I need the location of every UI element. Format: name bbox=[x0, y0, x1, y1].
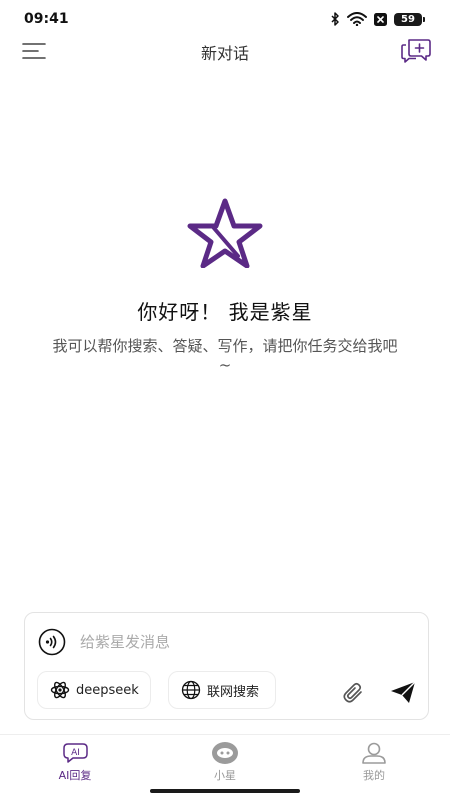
web-search-button[interactable]: 联网搜索 bbox=[168, 671, 276, 709]
status-icons: 59 bbox=[331, 11, 425, 27]
web-search-label: 联网搜索 bbox=[207, 684, 260, 700]
bluetooth-icon bbox=[331, 12, 339, 26]
welcome-description: 我可以帮你搜索、答疑、写作，请把你任务交给我吧~ bbox=[52, 337, 398, 374]
star-logo-icon bbox=[187, 198, 263, 268]
welcome-title: 你好呀！ 我是紫星 bbox=[137, 300, 313, 324]
battery-icon: 59 bbox=[394, 12, 425, 26]
status-time: 09:41 bbox=[24, 11, 69, 27]
message-composer: deepseek 联网搜索 bbox=[24, 612, 429, 720]
wifi-icon bbox=[347, 12, 367, 26]
tab-xiaoxing[interactable]: 小星 bbox=[180, 741, 270, 785]
deepseek-icon bbox=[50, 681, 70, 699]
notification-x-icon bbox=[374, 12, 387, 26]
tab-profile-label: 我的 bbox=[363, 769, 385, 782]
voice-input-icon[interactable] bbox=[38, 628, 66, 656]
tab-profile[interactable]: 我的 bbox=[329, 741, 419, 785]
deepseek-label: deepseek bbox=[76, 682, 139, 698]
home-indicator bbox=[150, 789, 300, 793]
battery-level: 59 bbox=[401, 13, 415, 25]
xiaoxing-icon bbox=[212, 742, 238, 764]
svg-text:AI: AI bbox=[71, 748, 80, 758]
profile-icon bbox=[362, 742, 386, 764]
deepseek-button[interactable]: deepseek bbox=[37, 671, 151, 709]
tab-xiaoxing-label: 小星 bbox=[214, 769, 236, 782]
new-chat-icon[interactable] bbox=[400, 37, 432, 65]
status-bar: 09:41 59 bbox=[0, 0, 450, 36]
message-input[interactable] bbox=[80, 629, 400, 655]
paperclip-icon[interactable] bbox=[341, 681, 365, 705]
page-title: 新对话 bbox=[200, 44, 249, 63]
tab-ai-reply[interactable]: AI AI回复 bbox=[30, 741, 120, 785]
send-icon[interactable] bbox=[389, 679, 417, 705]
globe-icon bbox=[181, 680, 201, 700]
header: 新对话 bbox=[0, 36, 450, 66]
ai-reply-icon: AI bbox=[63, 743, 88, 763]
tab-ai-reply-label: AI回复 bbox=[58, 769, 92, 782]
